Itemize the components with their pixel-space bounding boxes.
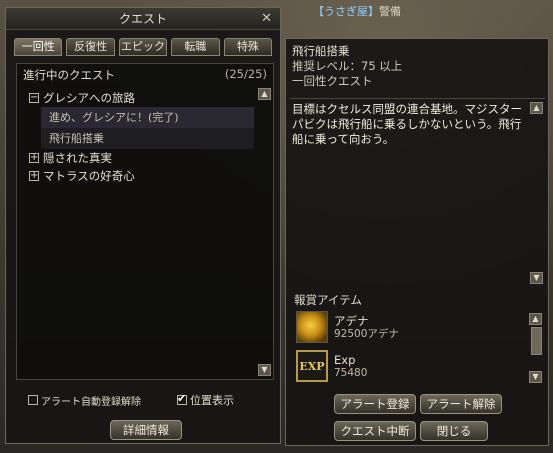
in-progress-label: 進行中のクエスト [23,68,115,82]
quest-tabs: 一回性 反復性 エピック 転職 特殊 [6,30,280,56]
show-location-label: 位置表示 [190,394,234,407]
tab-epic[interactable]: エピック [118,38,168,56]
scroll-up-icon[interactable]: ▲ [530,102,543,114]
reward-scroll-thumb[interactable] [531,327,542,355]
checkbox-checked-icon[interactable] [177,392,187,405]
quest-item[interactable]: + マトラスの好奇心 [17,167,273,185]
description-scrollbar[interactable]: ▲ ▼ [530,102,543,284]
subquest-item-selected[interactable]: 飛行船搭乗 [41,128,254,149]
auto-alert-label: アラート自動登録解除 [41,396,141,408]
quest-item-label: 隠された真実 [43,151,112,165]
recommended-level: 推奨レベル：75 以上 [292,59,403,73]
scroll-down-icon[interactable]: ▼ [529,371,542,383]
quest-description: 目標はクセルス同盟の連合基地。マジスター パビクは飛行船に乗るしかないという。飛… [292,102,522,146]
quest-type: 一回性クエスト [292,74,373,88]
quest-abort-button[interactable]: クエスト中断 [334,421,416,441]
details-button[interactable]: 詳細情報 [110,420,182,440]
clan-tag-suffix: 警備 [379,5,401,18]
tab-class-change[interactable]: 転職 [171,38,220,56]
tab-special[interactable]: 特殊 [223,38,273,56]
quest-item[interactable]: + 隠された真実 [17,149,273,167]
clan-tag: 【うさぎ屋】 [313,5,379,18]
exp-icon: EXP [296,350,328,382]
subquest-item[interactable]: 進め、グレシアに！(完了) [41,107,254,128]
reward-title: 報賞アイテム [294,293,362,307]
quest-window: クエスト ✕ 一回性 反復性 エピック 転職 特殊 進行中のクエスト (25/2… [5,7,281,444]
adena-icon [296,311,328,343]
background-strip: 【うさぎ屋】警備 [283,0,553,20]
quest-name: 飛行船搭乗 [292,44,350,58]
quest-item-label: マトラスの好奇心 [43,169,135,183]
close-button[interactable]: 閉じる [420,421,488,441]
scroll-down-icon[interactable]: ▼ [530,272,543,284]
quest-item-label: グレシアへの旅路 [43,91,135,105]
reward-name: アデナ [334,313,369,328]
close-icon[interactable]: ✕ [261,11,272,26]
show-location-checkbox[interactable]: 位置表示 [177,392,234,408]
quest-item[interactable]: − グレシアへの旅路 [17,89,273,107]
collapse-icon[interactable]: − [29,93,39,103]
reward-item: EXP Exp 75480 [296,350,367,382]
tab-repeatable[interactable]: 反復性 [66,38,115,56]
scroll-down-icon[interactable]: ▼ [258,364,271,376]
alert-register-button[interactable]: アラート登録 [334,394,416,414]
quest-list-header: 進行中のクエスト (25/25) [17,64,273,83]
reward-value: 75480 [334,366,368,379]
quest-count: (25/25) [224,67,267,81]
reward-name: Exp [334,352,356,367]
tab-one-time[interactable]: 一回性 [14,38,63,56]
quest-detail-header: 飛行船搭乗 推奨レベル：75 以上 一回性クエスト [286,39,548,89]
scroll-up-icon[interactable]: ▲ [258,88,271,100]
quest-options: アラート自動登録解除 位置表示 [28,392,234,408]
expand-icon[interactable]: + [29,171,39,181]
reward-value: 92500アデナ [334,327,399,340]
quest-window-title: クエスト [118,12,167,26]
quest-window-titlebar[interactable]: クエスト ✕ [6,8,280,30]
alert-release-button[interactable]: アラート解除 [420,394,502,414]
auto-alert-checkbox[interactable]: アラート自動登録解除 [28,392,141,408]
quest-description-panel: 目標はクセルス同盟の連合基地。マジスター パビクは飛行船に乗るしかないという。飛… [290,98,545,287]
scroll-up-icon[interactable]: ▲ [529,313,542,325]
quest-list-panel: 進行中のクエスト (25/25) − グレシアへの旅路 進め、グレシアに！(完了… [16,63,274,380]
quest-detail-window: 飛行船搭乗 推奨レベル：75 以上 一回性クエスト 目標はクセルス同盟の連合基地… [285,38,549,446]
expand-icon[interactable]: + [29,153,39,163]
quest-list-scrollbar[interactable]: ▲ ▼ [258,88,271,376]
reward-item: アデナ 92500アデナ [296,311,399,343]
checkbox-icon[interactable] [28,395,38,405]
